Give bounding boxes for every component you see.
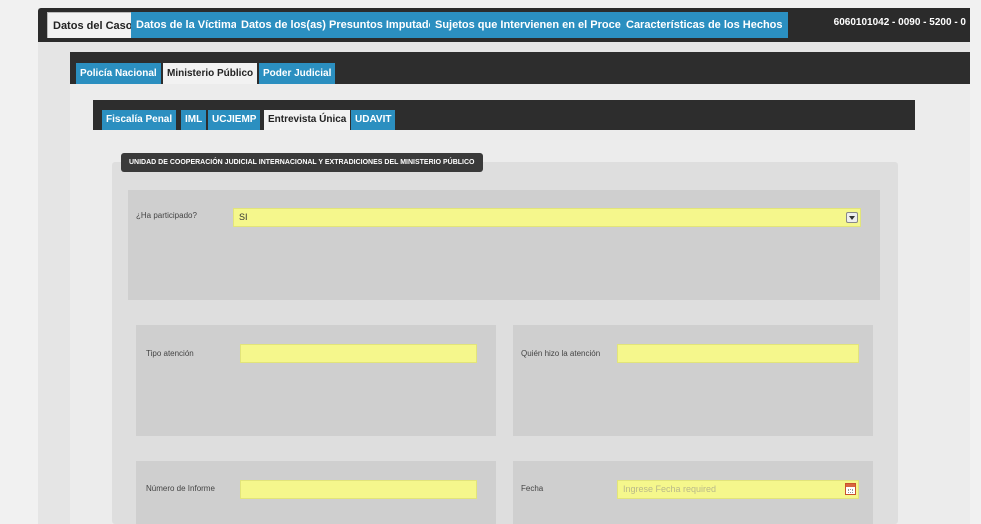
attended-by-label: Quién hizo la atención <box>521 349 601 358</box>
tab-fiscalia-penal[interactable]: Fiscalía Penal <box>102 110 177 130</box>
report-number-input[interactable] <box>240 480 477 499</box>
attention-type-input[interactable] <box>240 344 477 363</box>
tab-ministerio-publico[interactable]: Ministerio Público <box>163 63 258 84</box>
tab-iml[interactable]: IML <box>181 110 207 130</box>
report-number-label: Número de Informe <box>146 484 215 493</box>
participated-label: ¿Ha participado? <box>136 211 197 220</box>
participation-box <box>128 190 880 300</box>
attention-type-box <box>136 325 496 436</box>
attention-type-label: Tipo atención <box>146 349 194 358</box>
tab-presuntos-imputados[interactable]: Datos de los(as) Presuntos Imputados <box>236 12 447 38</box>
attended-by-input[interactable] <box>617 344 859 363</box>
tab-datos-victima[interactable]: Datos de la Víctima <box>131 12 242 38</box>
date-label: Fecha <box>521 484 544 493</box>
tab-caracteristicas-hechos[interactable]: Características de los Hechos <box>621 12 788 38</box>
tab-ucjiemp[interactable]: UCJIEMP <box>208 110 261 130</box>
section-title: UNIDAD DE COOPERACIÓN JUDICIAL INTERNACI… <box>121 153 483 172</box>
tab-entrevista-unica[interactable]: Entrevista Única <box>264 110 351 130</box>
tab-udavit[interactable]: UDAVIT <box>351 110 396 130</box>
date-input[interactable]: Ingrese Fecha required <box>617 480 859 499</box>
calendar-icon[interactable] <box>845 483 856 495</box>
tab-sujetos-intervienen[interactable]: Sujetos que Intervienen en el Proceso <box>430 12 639 38</box>
participated-select[interactable]: SI <box>233 208 861 227</box>
chevron-down-icon[interactable] <box>846 212 858 223</box>
tab-poder-judicial[interactable]: Poder Judicial <box>259 63 336 84</box>
tab-policia-nacional[interactable]: Policía Nacional <box>76 63 161 84</box>
attended-by-box <box>513 325 873 436</box>
tab-datos-del-caso[interactable]: Datos del Caso <box>47 12 139 38</box>
case-number: 6060101042 - 0090 - 5200 - 0 <box>833 17 966 28</box>
